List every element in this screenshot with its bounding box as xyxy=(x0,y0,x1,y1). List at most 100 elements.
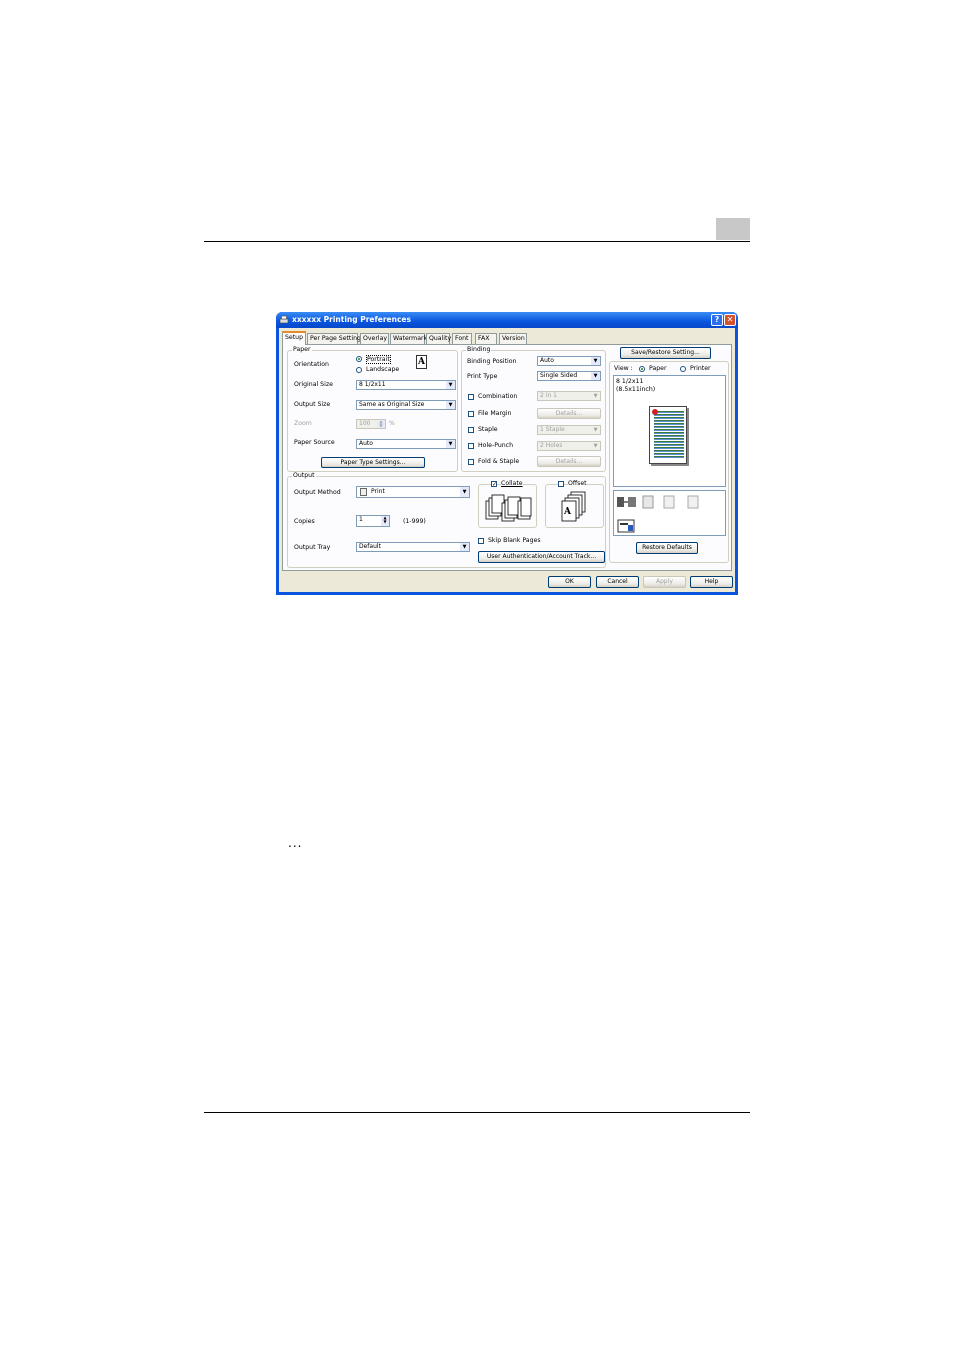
view-printer-radio[interactable] xyxy=(680,366,686,372)
collate-illustration-icon xyxy=(485,494,532,522)
chapter-tab-marker xyxy=(716,218,750,240)
original-size-label: Original Size xyxy=(294,381,333,388)
zoom-unit: % xyxy=(389,420,395,427)
tab-setup[interactable]: Setup xyxy=(282,331,306,345)
chevron-down-icon: ▼ xyxy=(591,392,600,400)
output-size-select[interactable]: Same as Original Size ▼ xyxy=(356,400,456,410)
preview-paper-size-inches: (8.5x11inch) xyxy=(616,386,656,393)
skip-blank-pages-label[interactable]: Skip Blank Pages xyxy=(488,537,541,544)
dialog-title: xxxxxx Printing Preferences xyxy=(292,315,411,324)
tab-overlay[interactable]: Overlay xyxy=(360,333,389,344)
orientation-preview: A xyxy=(416,355,427,369)
staple-label[interactable]: Staple xyxy=(478,426,498,433)
file-margin-details-button[interactable]: Details... xyxy=(537,408,601,419)
paper-group: Paper Orientation Portrait Landscape A O… xyxy=(287,346,458,472)
preview-group: View : Paper Printer 8 1/2x11 (8.5x11inc… xyxy=(609,361,729,563)
combination-label[interactable]: Combination xyxy=(478,393,517,400)
copies-range: (1-999) xyxy=(403,518,426,525)
tab-watermark[interactable]: Watermark xyxy=(390,333,427,344)
view-printer-label[interactable]: Printer xyxy=(690,365,711,372)
file-margin-checkbox[interactable] xyxy=(468,411,474,417)
zoom-spinner[interactable]: 100 ▲ ▼ xyxy=(356,419,386,429)
finisher-icon xyxy=(642,495,654,509)
output-size-label: Output Size xyxy=(294,401,331,408)
tab-font[interactable]: Font xyxy=(452,333,472,344)
view-paper-label[interactable]: Paper xyxy=(649,365,667,372)
original-size-select[interactable]: 8 1/2x11 ▼ xyxy=(356,380,456,390)
copies-spinner[interactable]: 1 ▲ ▼ xyxy=(356,515,390,527)
paper-source-label: Paper Source xyxy=(294,439,335,446)
spin-arrows-icon: ▲ ▼ xyxy=(381,516,389,526)
hole-punch-label[interactable]: Hole-Punch xyxy=(478,442,513,449)
offset-label[interactable]: Offset xyxy=(568,480,587,487)
footer-rule xyxy=(204,1112,750,1113)
hole-punch-select[interactable]: 2 Holes ▼ xyxy=(537,441,601,451)
punch-unit-icon xyxy=(687,495,699,509)
spin-arrows-icon: ▲ ▼ xyxy=(377,420,385,428)
portrait-radio[interactable] xyxy=(356,356,362,362)
close-button[interactable]: ✕ xyxy=(724,314,736,326)
dialog-client-area: Setup Per Page Setting Overlay Watermark… xyxy=(279,328,735,592)
fold-staple-label[interactable]: Fold & Staple xyxy=(478,458,519,465)
output-method-select[interactable]: Print ▼ xyxy=(356,486,470,498)
tab-per-page-setting[interactable]: Per Page Setting xyxy=(307,333,361,344)
chevron-down-icon: ▼ xyxy=(446,440,455,448)
fold-staple-details-button[interactable]: Details... xyxy=(537,456,601,467)
title-bar[interactable]: xxxxxx Printing Preferences ? ✕ xyxy=(276,312,738,328)
collate-checkbox[interactable]: ✓ xyxy=(491,481,497,488)
output-group: Output Output Method Print ▼ Copies 1 ▲ ▼ (… xyxy=(287,472,606,568)
chevron-down-icon: ▼ xyxy=(460,487,469,497)
tab-version[interactable]: Version xyxy=(499,333,527,344)
offset-checkbox[interactable] xyxy=(558,481,564,487)
paper-group-label: Paper xyxy=(292,346,312,353)
paper-type-settings-button[interactable]: Paper Type Settings... xyxy=(321,457,425,468)
paper-preview-area: 8 1/2x11 (8.5x11inch) xyxy=(613,375,726,487)
combination-checkbox[interactable] xyxy=(468,394,474,400)
chevron-down-icon: ▼ xyxy=(446,381,455,389)
tab-fax[interactable]: FAX xyxy=(475,333,497,344)
file-margin-label[interactable]: File Margin xyxy=(478,410,511,417)
chevron-down-icon: ▼ xyxy=(591,426,600,434)
ellipsis-note: ... xyxy=(288,836,303,850)
output-group-label: Output xyxy=(292,472,316,479)
offset-box: Offset A xyxy=(545,480,604,528)
landscape-label[interactable]: Landscape xyxy=(366,366,399,373)
save-restore-setting-button[interactable]: Save/Restore Setting... xyxy=(620,347,711,359)
collate-label[interactable]: Collate xyxy=(501,480,523,487)
device-options-area xyxy=(613,490,726,536)
output-tray-select[interactable]: Default ▼ xyxy=(356,542,470,552)
ok-button[interactable]: OK xyxy=(548,576,591,588)
page-thumbnail xyxy=(649,406,687,464)
offset-preview-letter: A xyxy=(564,507,571,517)
restore-defaults-button[interactable]: Restore Defaults xyxy=(636,542,698,554)
skip-blank-pages-checkbox[interactable] xyxy=(478,538,484,544)
staple-select[interactable]: 1 Staple ▼ xyxy=(537,425,601,435)
chevron-down-icon: ▼ xyxy=(446,401,455,409)
setup-panel: Paper Orientation Portrait Landscape A O… xyxy=(282,344,732,571)
binding-position-select[interactable]: Auto ▼ xyxy=(537,356,601,366)
help-button[interactable]: Help xyxy=(690,576,733,588)
print-type-select[interactable]: Single Sided ▼ xyxy=(537,371,601,381)
portrait-label[interactable]: Portrait xyxy=(366,355,391,364)
combination-select[interactable]: 2 in 1 ▼ xyxy=(537,391,601,401)
cancel-button[interactable]: Cancel xyxy=(596,576,639,588)
output-method-label: Output Method xyxy=(294,489,341,496)
header-rule xyxy=(204,241,750,242)
chevron-down-icon: ▼ xyxy=(460,543,469,551)
copies-label: Copies xyxy=(294,518,315,525)
title-help-button[interactable]: ? xyxy=(711,314,723,326)
user-auth-account-track-button[interactable]: User Authentication/Account Track... xyxy=(478,551,605,563)
print-method-icon xyxy=(360,488,367,496)
binding-group-label: Binding xyxy=(466,346,492,353)
view-paper-radio[interactable] xyxy=(639,366,645,372)
staple-checkbox[interactable] xyxy=(468,427,474,433)
print-type-label: Print Type xyxy=(467,373,498,380)
fold-staple-checkbox[interactable] xyxy=(468,459,474,465)
paper-feed-icon xyxy=(617,519,635,533)
paper-source-select[interactable]: Auto ▼ xyxy=(356,439,456,449)
hole-punch-checkbox[interactable] xyxy=(468,443,474,449)
apply-button[interactable]: Apply xyxy=(643,576,686,588)
preview-paper-size: 8 1/2x11 xyxy=(616,378,644,385)
landscape-radio[interactable] xyxy=(356,367,362,373)
tab-quality[interactable]: Quality xyxy=(426,333,451,344)
